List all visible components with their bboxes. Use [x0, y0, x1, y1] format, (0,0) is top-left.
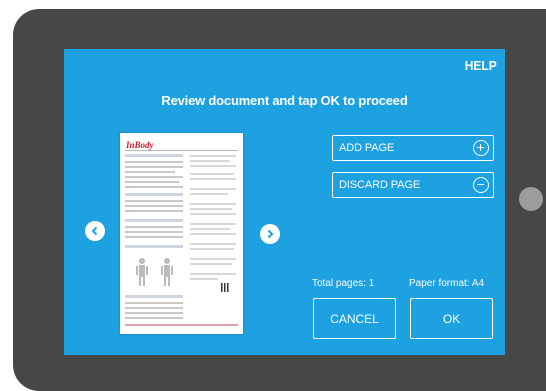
- home-button[interactable]: [519, 187, 543, 211]
- paper-format-text: Paper format: A4: [409, 278, 485, 289]
- page-title: Review document and tap OK to proceed: [161, 93, 408, 108]
- total-pages-text: Total pages: 1: [312, 278, 375, 289]
- scan-review-screen: HELP Review document and tap OK to proce…: [64, 49, 505, 355]
- ok-button[interactable]: OK: [410, 298, 493, 339]
- body-figure-icon: [136, 258, 148, 286]
- qr-code-icon: [221, 283, 230, 292]
- discard-page-button[interactable]: DISCARD PAGE: [332, 172, 494, 198]
- chevron-right-icon: [267, 229, 274, 239]
- body-figure-icon: [161, 258, 173, 286]
- cancel-button[interactable]: CANCEL: [313, 298, 396, 339]
- next-page-button[interactable]: [260, 224, 280, 244]
- plus-circle-icon: [473, 140, 489, 156]
- document-preview: InBody: [120, 133, 243, 334]
- previous-page-button[interactable]: [85, 221, 105, 241]
- minus-circle-icon: [473, 177, 489, 193]
- inbody-logo: InBody: [126, 140, 154, 150]
- add-page-button[interactable]: ADD PAGE: [332, 135, 494, 161]
- discard-page-label: DISCARD PAGE: [339, 179, 421, 191]
- help-button[interactable]: HELP: [465, 58, 497, 73]
- chevron-left-icon: [91, 226, 98, 236]
- add-page-label: ADD PAGE: [339, 142, 395, 154]
